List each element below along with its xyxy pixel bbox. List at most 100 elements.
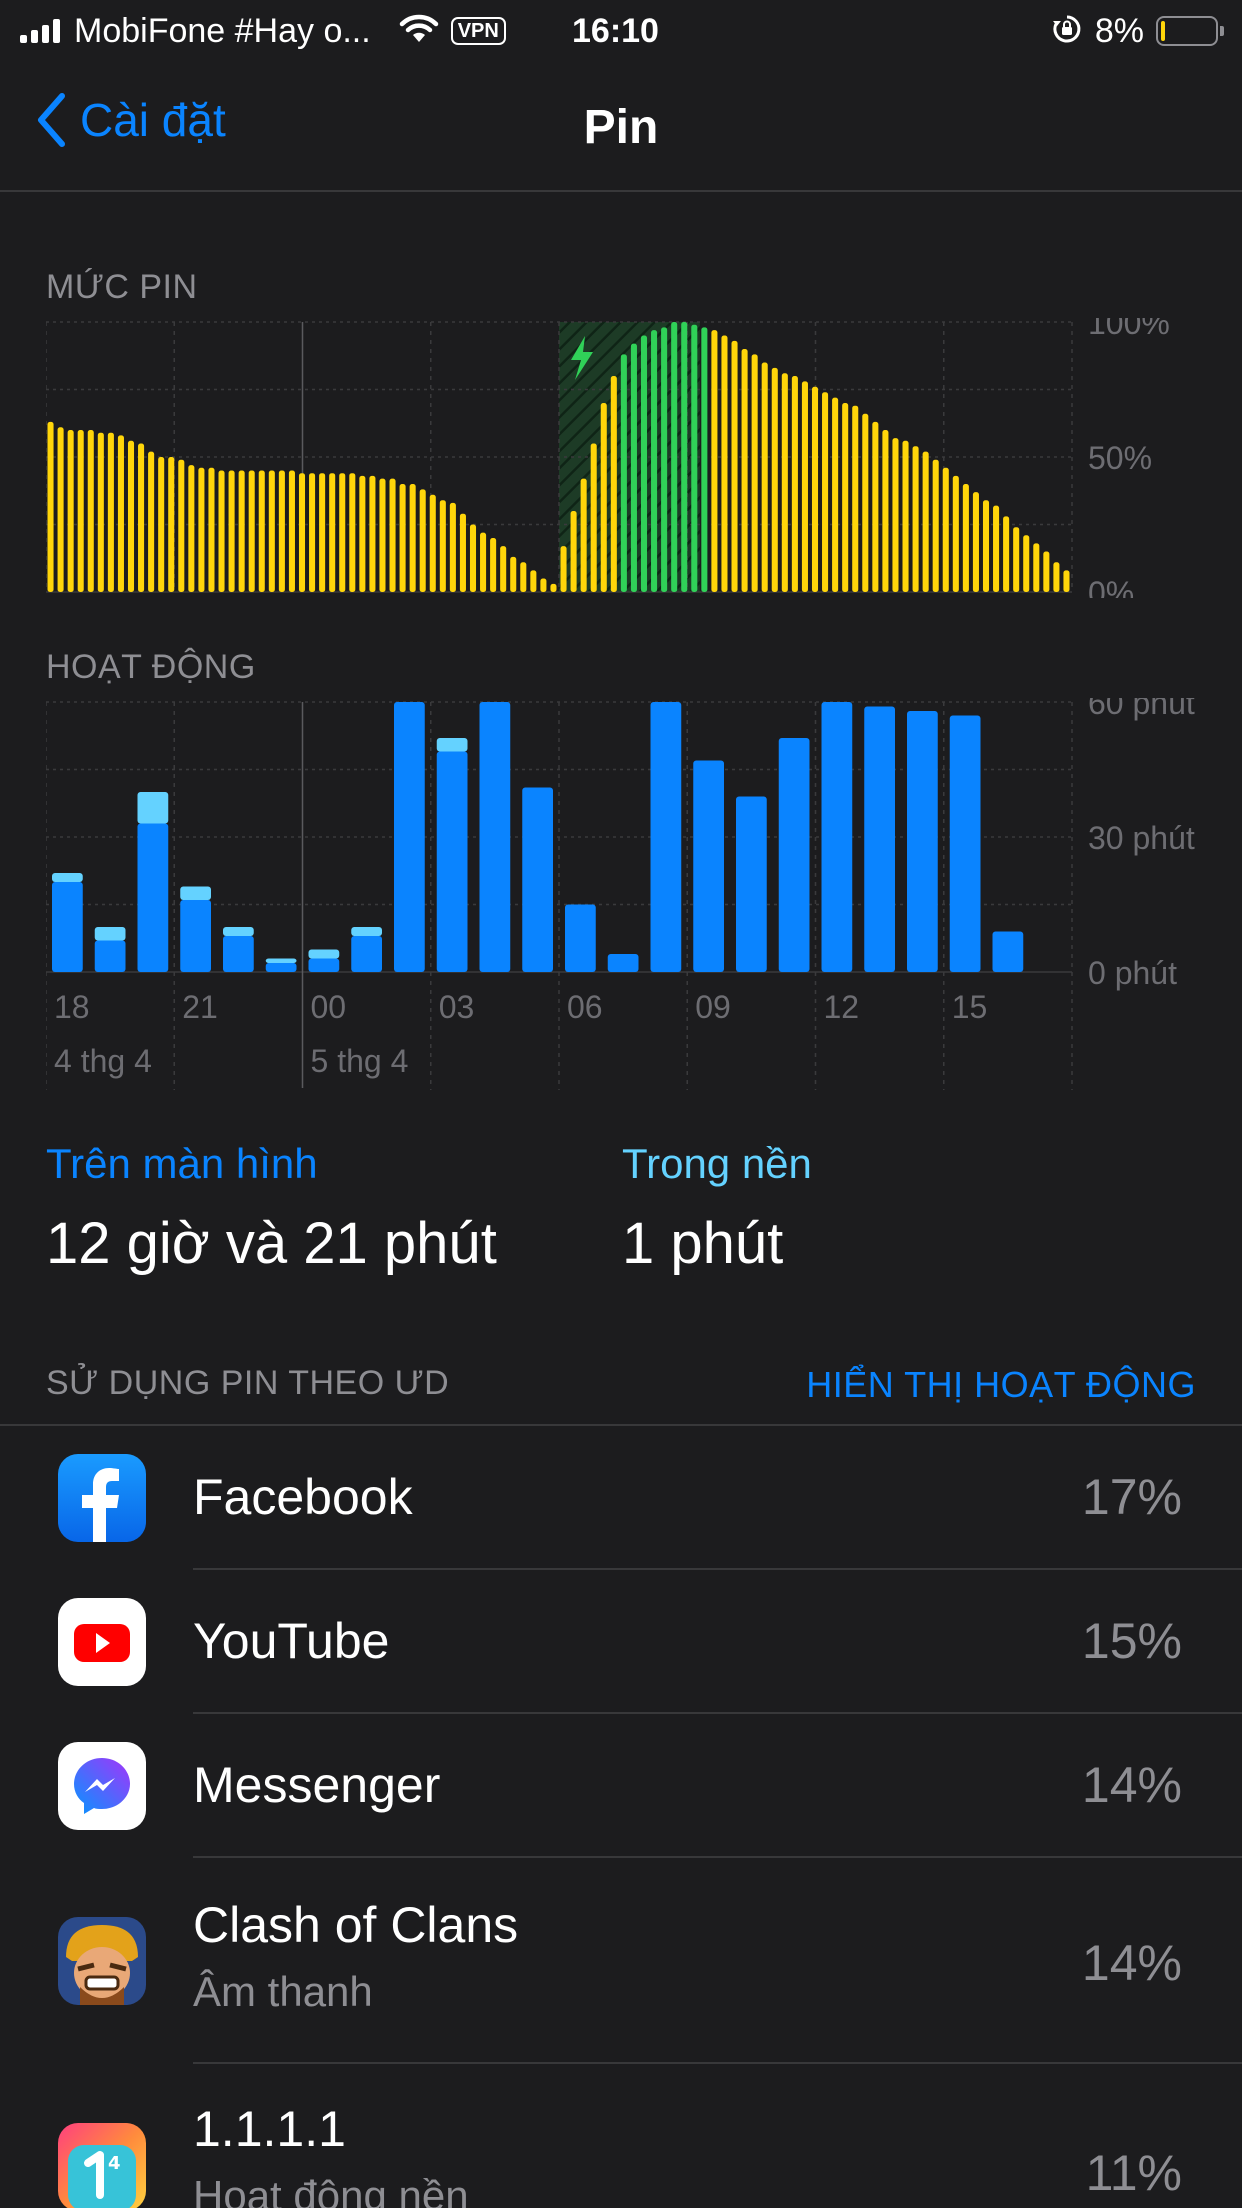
battery-bar xyxy=(761,362,768,592)
battery-bar xyxy=(610,376,617,592)
battery-bar xyxy=(590,443,597,592)
battery-level-header: MỨC PIN xyxy=(46,268,198,306)
x-tick-label: 06 xyxy=(567,989,603,1025)
battery-bar xyxy=(791,376,798,592)
on-screen-bar xyxy=(52,882,83,972)
list-item[interactable]: YouTube 15% xyxy=(0,1570,1242,1714)
battery-bar xyxy=(600,403,607,592)
battery-bar xyxy=(1053,562,1060,592)
battery-bar xyxy=(359,475,366,592)
battery-bar xyxy=(751,354,758,592)
list-item[interactable]: Messenger 14% xyxy=(0,1714,1242,1858)
app-percent: 15% xyxy=(1081,1613,1182,1669)
battery-bar xyxy=(1003,516,1010,592)
battery-bar xyxy=(580,478,587,592)
activity-header: HOẠT ĐỘNG xyxy=(46,648,256,686)
battery-bar xyxy=(932,459,939,592)
battery-bar xyxy=(952,475,959,592)
battery-bar xyxy=(409,484,416,592)
battery-bar xyxy=(268,470,275,592)
battery-bar xyxy=(671,322,678,592)
background-bar xyxy=(265,958,297,963)
battery-bar xyxy=(77,430,84,592)
battery-bar xyxy=(198,467,205,592)
battery-bar xyxy=(349,473,356,592)
battery-bar xyxy=(459,513,466,592)
x-tick-label: 09 xyxy=(695,989,731,1025)
battery-bar xyxy=(811,386,819,592)
battery-bar xyxy=(651,330,658,592)
app-subtitle: Âm thanh xyxy=(193,1968,373,2015)
on-screen-bar xyxy=(864,706,895,972)
x-tick-label: 00 xyxy=(311,989,347,1025)
battery-bar xyxy=(510,556,517,592)
on-screen-bar xyxy=(607,954,639,972)
y-tick-label: 60 phút xyxy=(1088,698,1195,721)
battery-bar xyxy=(530,570,537,592)
wifi-icon xyxy=(399,14,439,49)
app-name: Clash of Clans xyxy=(193,1897,519,1953)
battery-bar xyxy=(248,470,255,592)
on-screen-bar xyxy=(394,702,425,972)
battery-bar xyxy=(902,440,909,592)
1111-icon: 4 xyxy=(58,2123,146,2208)
battery-bar xyxy=(369,475,376,592)
list-item[interactable]: Clash of Clans Âm thanh 14% xyxy=(0,1858,1242,2064)
on-screen-value: 12 giờ và 21 phút xyxy=(46,1211,497,1276)
battery-bar xyxy=(771,367,778,592)
list-item[interactable]: 4 1.1.1.1 Hoạt động nền 11% xyxy=(0,2064,1242,2208)
svg-text:4: 4 xyxy=(108,2153,121,2174)
y-tick-label: 30 phút xyxy=(1088,820,1195,856)
show-activity-link[interactable]: HIỂN THỊ HOẠT ĐỘNG xyxy=(806,1364,1196,1406)
on-screen-bar xyxy=(821,702,853,972)
on-screen-bar xyxy=(94,940,126,972)
battery-level-chart[interactable]: 100% 50% 0% xyxy=(46,318,1216,598)
battery-bar xyxy=(993,505,1000,592)
battery-bar xyxy=(842,403,849,592)
battery-bar xyxy=(540,578,547,592)
battery-bar xyxy=(661,327,668,592)
background-value: 1 phút xyxy=(622,1211,784,1276)
battery-bar xyxy=(570,511,577,592)
battery-bar xyxy=(942,467,949,592)
y-tick-label: 0 phút xyxy=(1088,955,1177,991)
battery-bar xyxy=(138,443,145,592)
background-bar xyxy=(308,949,340,959)
on-screen-bar xyxy=(736,796,767,972)
battery-bar xyxy=(319,473,326,592)
page-title: Pin xyxy=(583,101,659,154)
on-screen-bar xyxy=(650,702,682,972)
battery-bar xyxy=(127,440,135,592)
battery-bar xyxy=(691,324,698,592)
battery-bar xyxy=(389,478,396,592)
battery-bar xyxy=(67,430,74,592)
battery-bar xyxy=(309,473,316,592)
battery-bar xyxy=(922,451,929,592)
battery-bar xyxy=(329,473,336,592)
background-bar xyxy=(436,738,468,752)
battery-bar xyxy=(449,502,456,592)
youtube-icon xyxy=(58,1598,146,1686)
activity-chart[interactable]: 60 phút 30 phút 0 phút 18 21 00 03 06 09 12 15 4 th… xyxy=(46,698,1216,1090)
list-item[interactable]: Facebook 17% xyxy=(0,1426,1242,1570)
app-percent: 14% xyxy=(1081,1757,1182,1813)
battery-icon xyxy=(1156,16,1224,46)
battery-bar xyxy=(681,322,688,592)
background-bar xyxy=(223,927,254,936)
app-name: Facebook xyxy=(193,1469,413,1525)
orientation-lock-icon xyxy=(1051,13,1083,50)
on-screen-bar xyxy=(565,904,596,972)
battery-bar xyxy=(278,470,285,592)
on-screen-bar xyxy=(265,963,297,972)
vpn-badge: VPN xyxy=(450,17,506,45)
battery-bar xyxy=(490,538,497,592)
battery-bar xyxy=(872,421,879,592)
battery-bar xyxy=(781,373,788,592)
date-label: 5 thg 4 xyxy=(311,1043,409,1079)
battery-bar xyxy=(560,546,567,592)
app-name: Messenger xyxy=(193,1757,441,1813)
status-bar: MobiFone #Hay o... VPN 16:10 8% xyxy=(0,0,1242,62)
battery-bar xyxy=(439,500,446,592)
on-screen-bar xyxy=(693,760,724,972)
battery-bar xyxy=(168,457,175,592)
